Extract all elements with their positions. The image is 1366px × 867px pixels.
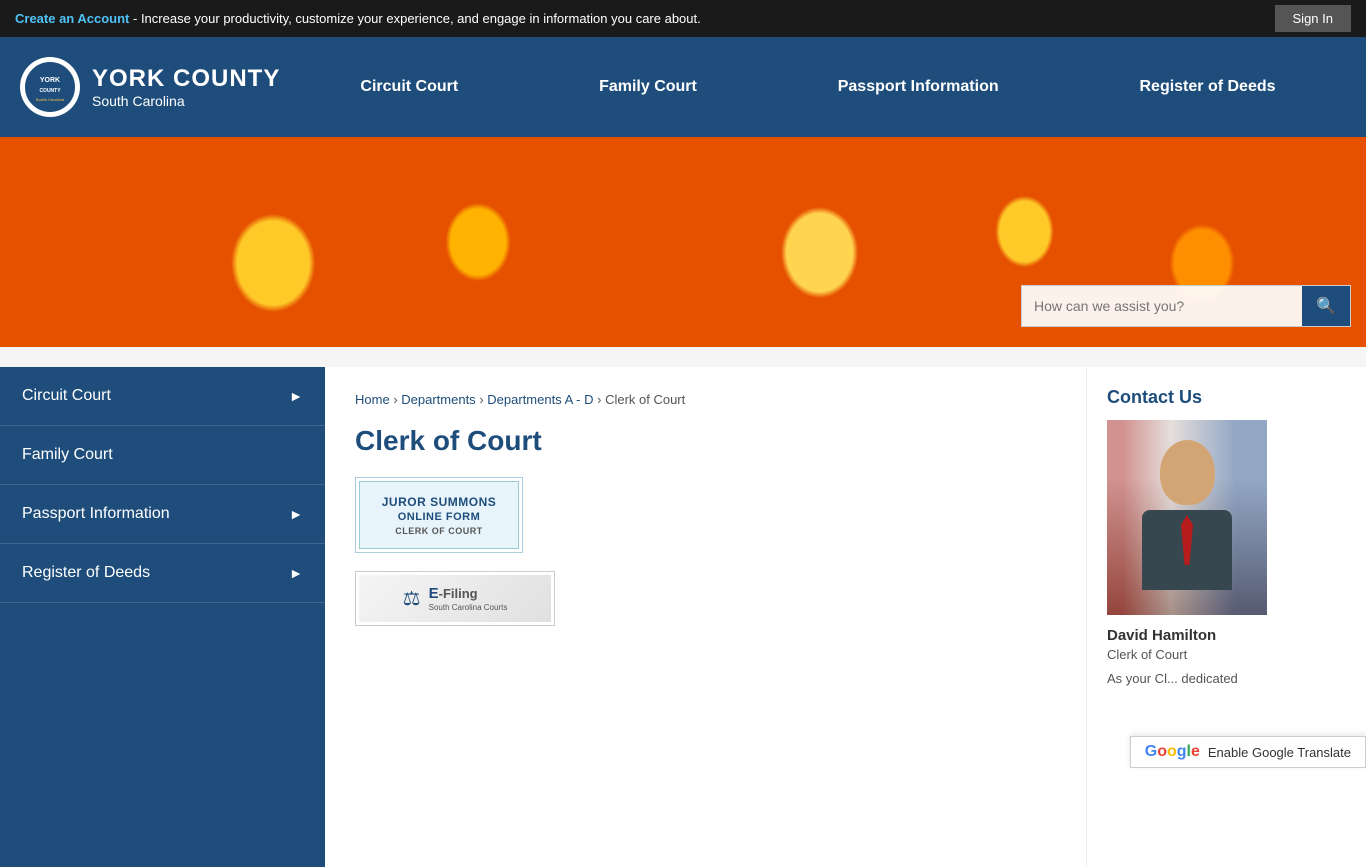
main-nav: Circuit Court Family Court Passport Info… — [290, 68, 1346, 106]
efiling-icon: ⚖ — [403, 586, 421, 611]
search-input[interactable] — [1022, 288, 1302, 324]
search-box: 🔍 — [1021, 285, 1351, 327]
person-body — [1142, 510, 1232, 590]
topbar-message: Create an Account - Increase your produc… — [15, 11, 701, 26]
person-head — [1160, 440, 1215, 505]
contact-name: David Hamilton — [1107, 627, 1346, 644]
translate-bar[interactable]: Google Enable Google Translate — [1130, 736, 1366, 768]
sidebar-item-circuit-court[interactable]: Circuit Court ► — [0, 367, 325, 426]
contact-description: As your Cl... dedicated — [1107, 670, 1346, 688]
svg-text:COUNTY: COUNTY — [39, 88, 61, 94]
right-panel: Contact Us David Hamilton Clerk of Court… — [1086, 367, 1366, 867]
sidebar-item-register-of-deeds[interactable]: Register of Deeds ► — [0, 544, 325, 603]
search-button[interactable]: 🔍 — [1302, 286, 1350, 326]
breadcrumb-current: Clerk of Court — [605, 392, 685, 407]
logo-area: YORK COUNTY South Carolina YORK COUNTY S… — [20, 57, 290, 117]
nav-passport-info[interactable]: Passport Information — [823, 68, 1014, 106]
nav-circuit-court[interactable]: Circuit Court — [345, 68, 473, 106]
sidebar-item-family-court[interactable]: Family Court — [0, 426, 325, 485]
state-name: South Carolina — [92, 93, 280, 109]
top-bar: Create an Account - Increase your produc… — [0, 0, 1366, 37]
sidebar-item-passport-info[interactable]: Passport Information ► — [0, 485, 325, 544]
breadcrumb: Home › Departments › Departments A - D ›… — [355, 392, 1056, 407]
juror-summons-card[interactable]: JUROR SUMMONS ONLINE FORM CLERK OF COURT — [355, 477, 1056, 553]
svg-text:YORK: YORK — [40, 77, 60, 84]
breadcrumb-home[interactable]: Home — [355, 392, 390, 407]
site-header: YORK COUNTY South Carolina YORK COUNTY S… — [0, 37, 1366, 137]
contact-photo — [1107, 420, 1267, 615]
nav-register-of-deeds[interactable]: Register of Deeds — [1124, 68, 1290, 106]
chevron-right-icon: ► — [289, 565, 303, 581]
efiling-main-text: E-Filing — [429, 585, 508, 603]
breadcrumb-departments-ad[interactable]: Departments A - D — [487, 392, 593, 407]
nav-family-court[interactable]: Family Court — [584, 68, 712, 106]
page-body: Home › Departments › Departments A - D ›… — [325, 367, 1086, 867]
hero-banner: 🔍 — [0, 137, 1366, 347]
sidebar: Circuit Court ► Family Court Passport In… — [0, 367, 325, 867]
juror-line3: CLERK OF COURT — [395, 526, 483, 536]
page-title: Clerk of Court — [355, 425, 1056, 457]
create-account-link[interactable]: Create an Account — [15, 11, 129, 26]
sidebar-label: Family Court — [22, 446, 113, 464]
sidebar-label: Register of Deeds — [22, 564, 150, 582]
main-content: Circuit Court ► Family Court Passport In… — [0, 367, 1366, 867]
google-g-icon: Google — [1145, 743, 1200, 761]
contact-title: Contact Us — [1107, 387, 1346, 408]
logo-text: YORK COUNTY South Carolina — [92, 65, 280, 109]
logo-icon: YORK COUNTY South Carolina — [20, 57, 80, 117]
juror-line1: JUROR SUMMONS — [382, 495, 497, 509]
chevron-right-icon: ► — [289, 506, 303, 522]
efiling-card[interactable]: ⚖ E-Filing South Carolina Courts — [355, 571, 1056, 626]
breadcrumb-departments[interactable]: Departments — [401, 392, 475, 407]
efiling-sub-text: South Carolina Courts — [429, 603, 508, 612]
county-name: YORK COUNTY — [92, 65, 280, 93]
svg-text:South Carolina: South Carolina — [36, 97, 65, 102]
juror-line2: ONLINE FORM — [398, 511, 481, 523]
translate-label: Enable Google Translate — [1208, 745, 1351, 760]
sidebar-label: Circuit Court — [22, 387, 111, 405]
sidebar-label: Passport Information — [22, 505, 170, 523]
contact-role: Clerk of Court — [1107, 647, 1346, 662]
sign-in-button[interactable]: Sign In — [1275, 5, 1351, 32]
chevron-right-icon: ► — [289, 388, 303, 404]
